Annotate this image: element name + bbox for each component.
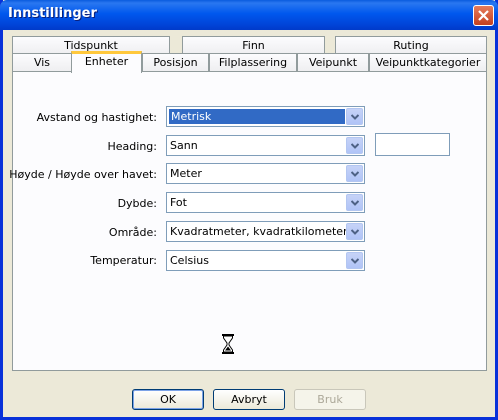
- tab-veipunkt[interactable]: Veipunkt: [297, 53, 369, 72]
- ok-button[interactable]: OK: [132, 389, 204, 410]
- distance-value: Metrisk: [169, 109, 345, 124]
- chevron-down-icon: [351, 229, 359, 235]
- tab-vis[interactable]: Vis: [12, 53, 72, 72]
- depth-label: Dybde:: [117, 197, 157, 210]
- temperature-value: Celsius: [170, 254, 209, 267]
- chevron-down-icon: [351, 258, 359, 264]
- distance-select[interactable]: Metrisk: [166, 106, 365, 127]
- tab-filplassering[interactable]: Filplassering: [209, 53, 297, 72]
- altitude-label: Høyde / Høyde over havet:: [9, 168, 157, 181]
- temperature-dropdown-button[interactable]: [346, 252, 363, 269]
- area-value: Kvadratmeter, kvadratkilometer: [170, 225, 348, 238]
- altitude-dropdown-button[interactable]: [346, 165, 363, 182]
- temperature-label: Temperatur:: [90, 254, 157, 267]
- chevron-down-icon: [351, 200, 359, 206]
- temperature-select[interactable]: Celsius: [166, 250, 365, 271]
- chevron-down-icon: [351, 171, 359, 177]
- heading-extra-field[interactable]: [375, 133, 450, 156]
- hourglass-icon: [222, 334, 234, 354]
- heading-dropdown-button[interactable]: [346, 137, 363, 154]
- altitude-value: Meter: [170, 167, 202, 180]
- area-label: Område:: [108, 226, 157, 239]
- depth-select[interactable]: Fot: [166, 192, 365, 213]
- tab-posisjon[interactable]: Posisjon: [142, 53, 209, 72]
- tab-enheter[interactable]: Enheter: [71, 51, 142, 73]
- cancel-button[interactable]: Avbryt: [213, 389, 285, 410]
- window-title: Innstillinger: [8, 6, 97, 21]
- area-select[interactable]: Kvadratmeter, kvadratkilometer: [166, 221, 365, 242]
- apply-button[interactable]: Bruk: [294, 389, 366, 410]
- area-dropdown-button[interactable]: [346, 223, 363, 240]
- distance-dropdown-button[interactable]: [346, 108, 363, 125]
- close-button[interactable]: [473, 5, 494, 26]
- chevron-down-icon: [351, 143, 359, 149]
- distance-label: Avstand og hastighet:: [36, 111, 157, 124]
- heading-value: Sann: [170, 139, 198, 152]
- altitude-select[interactable]: Meter: [166, 163, 365, 184]
- chevron-down-icon: [351, 114, 359, 120]
- title-bar[interactable]: Innstillinger: [0, 0, 498, 30]
- tab-veipunktkategorier[interactable]: Veipunktkategorier: [369, 53, 487, 72]
- depth-dropdown-button[interactable]: [346, 194, 363, 211]
- heading-select[interactable]: Sann: [166, 135, 365, 156]
- heading-label: Heading:: [107, 140, 157, 153]
- close-icon: [478, 10, 489, 21]
- depth-value: Fot: [170, 196, 187, 209]
